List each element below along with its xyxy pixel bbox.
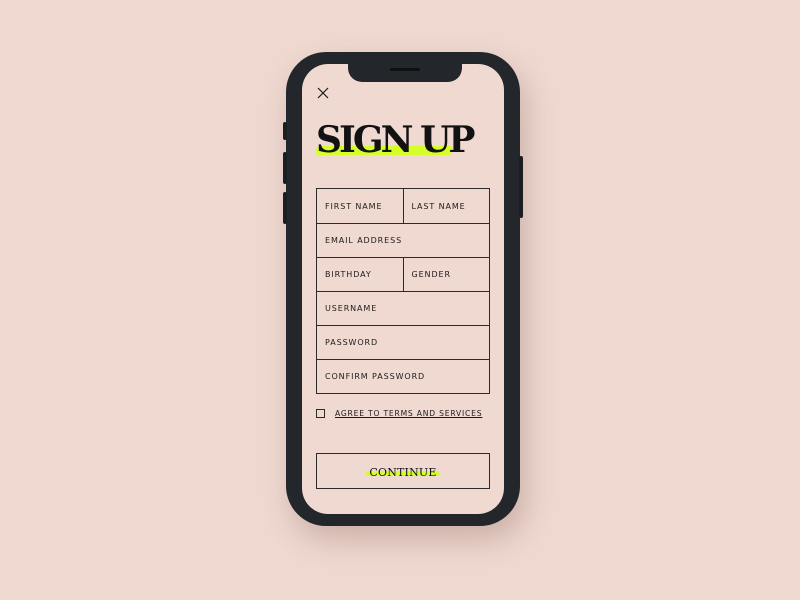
- volume-up-button: [283, 152, 287, 184]
- email-row: EMAIL ADDRESS: [317, 223, 489, 257]
- username-field[interactable]: USERNAME: [317, 292, 489, 325]
- birthday-gender-row: BIRTHDAY GENDER: [317, 257, 489, 291]
- terms-link[interactable]: AGREE TO TERMS AND SERVICES: [335, 409, 482, 418]
- close-icon[interactable]: [316, 86, 330, 100]
- gender-field[interactable]: GENDER: [402, 258, 490, 291]
- terms-agreement: AGREE TO TERMS AND SERVICES: [316, 409, 482, 418]
- password-field[interactable]: PASSWORD: [317, 326, 489, 359]
- mute-switch: [283, 122, 287, 140]
- phone-screen: SIGN UP FIRST NAME LAST NAME EMAIL ADDRE…: [302, 64, 504, 514]
- volume-down-button: [283, 192, 287, 224]
- continue-label: CONTINUE: [369, 465, 437, 479]
- name-row: FIRST NAME LAST NAME: [317, 189, 489, 223]
- email-field[interactable]: EMAIL ADDRESS: [317, 224, 489, 257]
- confirm-password-field[interactable]: CONFIRM PASSWORD: [317, 360, 489, 393]
- terms-checkbox[interactable]: [316, 409, 325, 418]
- notch: [348, 64, 462, 82]
- page-title: SIGN UP: [316, 119, 476, 161]
- continue-label-group: CONTINUE: [366, 464, 440, 479]
- continue-button[interactable]: CONTINUE: [316, 453, 490, 489]
- birthday-field[interactable]: BIRTHDAY: [317, 258, 403, 291]
- phone-device: SIGN UP FIRST NAME LAST NAME EMAIL ADDRE…: [283, 52, 523, 526]
- signup-form: FIRST NAME LAST NAME EMAIL ADDRESS BIRTH…: [316, 188, 490, 394]
- first-name-field[interactable]: FIRST NAME: [317, 189, 403, 223]
- confirm-password-row: CONFIRM PASSWORD: [317, 359, 489, 393]
- power-button: [519, 156, 523, 218]
- page-title-group: SIGN UP: [315, 119, 476, 161]
- speaker: [390, 68, 420, 71]
- username-row: USERNAME: [317, 291, 489, 325]
- password-row: PASSWORD: [317, 325, 489, 359]
- last-name-field[interactable]: LAST NAME: [402, 189, 490, 223]
